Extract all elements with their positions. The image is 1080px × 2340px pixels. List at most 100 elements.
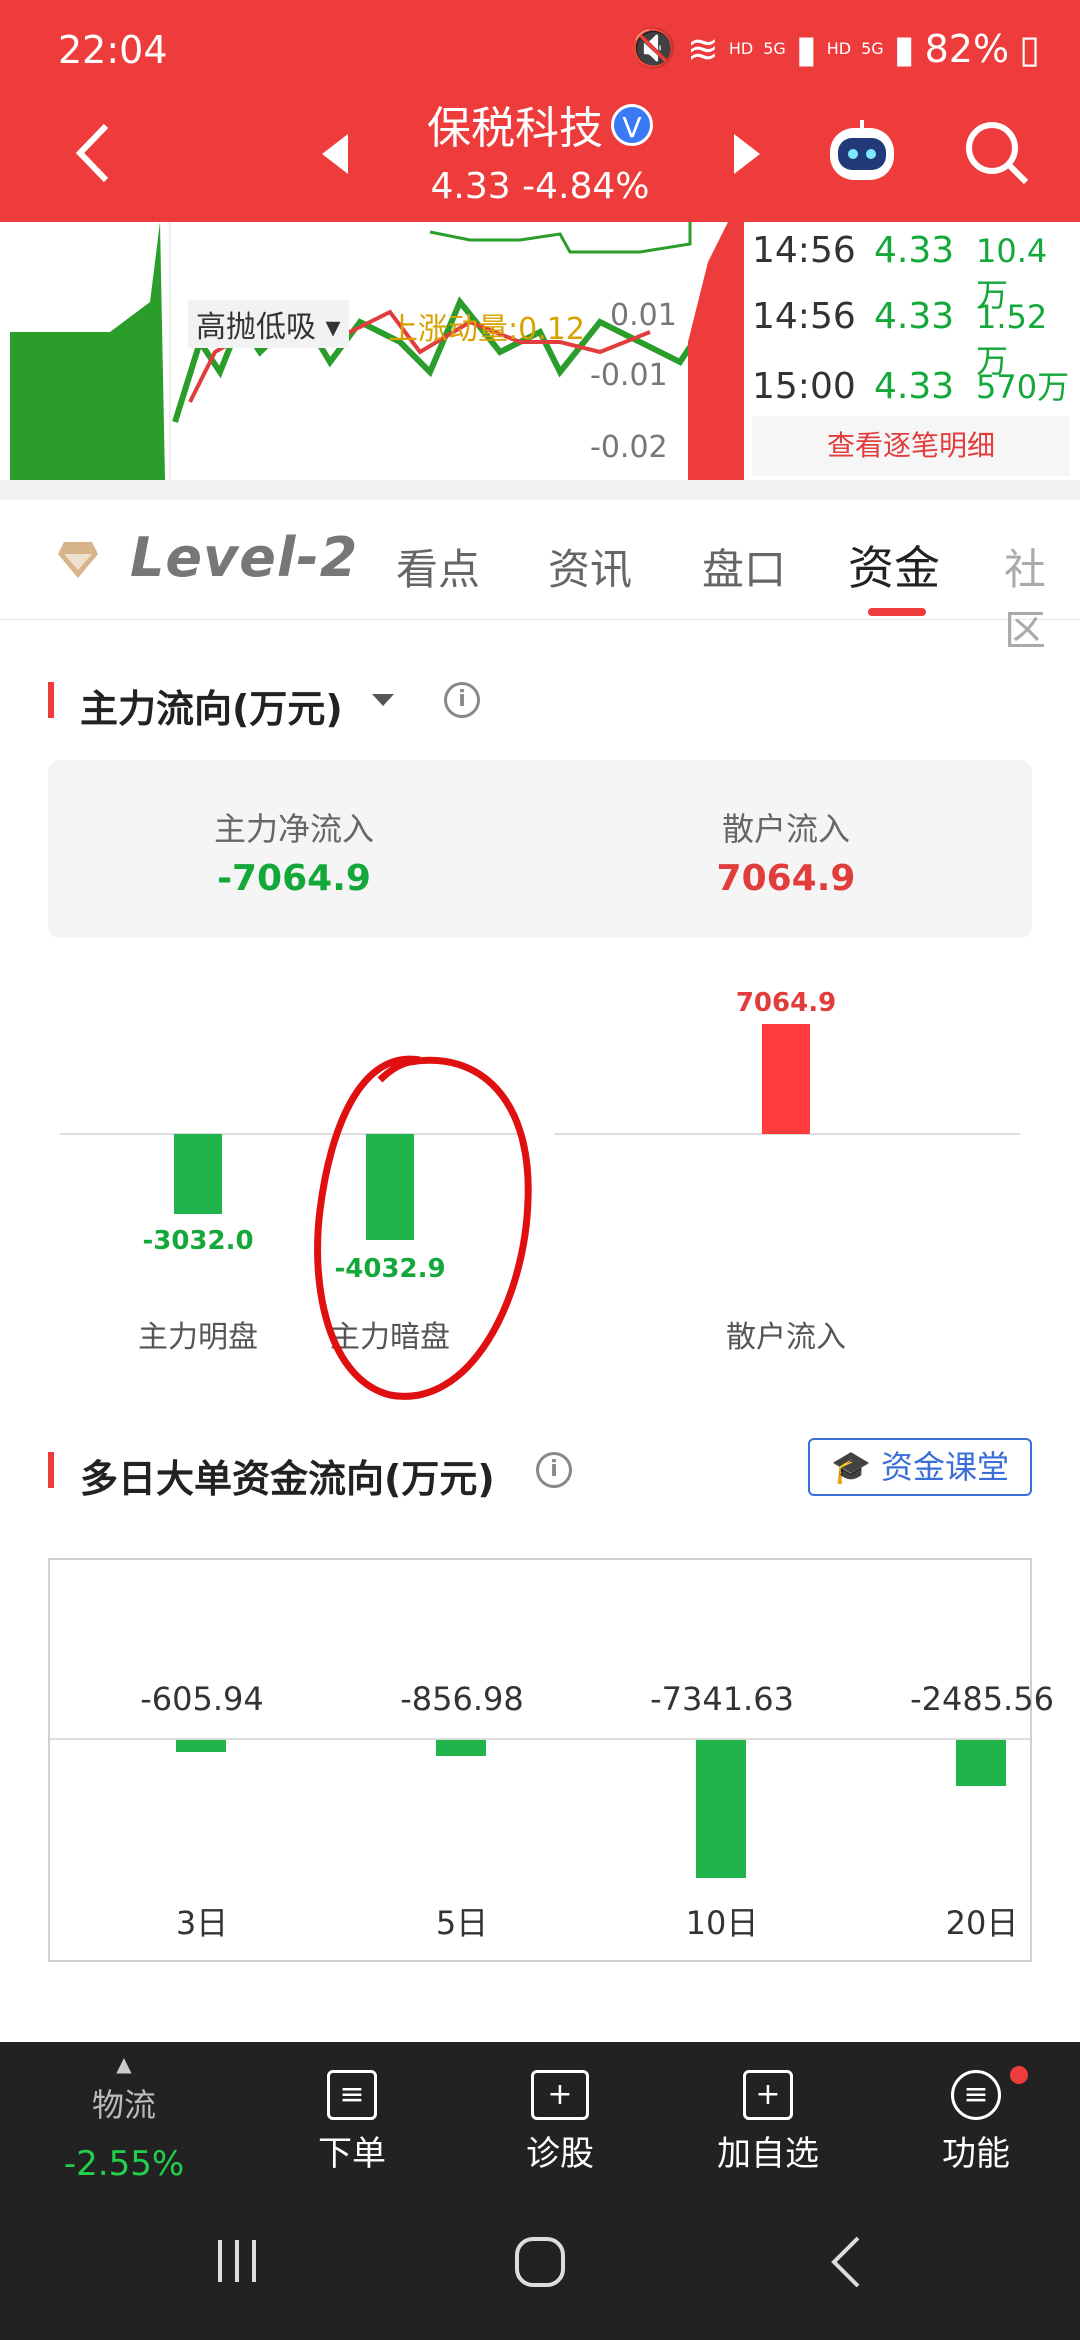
- multi-day-value: -2485.56: [910, 1680, 1054, 1718]
- functions-icon: ≡: [951, 2070, 1001, 2120]
- tab-news[interactable]: 资讯: [548, 536, 632, 597]
- net-inflow-label: 主力净流入: [213, 810, 374, 848]
- order-label: 下单: [318, 2134, 386, 2174]
- battery-icon: ▯: [1019, 26, 1040, 71]
- add-watchlist-label: 加自选: [717, 2134, 819, 2174]
- trade-volume: 570万: [976, 368, 1070, 406]
- funds-course-button[interactable]: 🎓 资金课堂: [808, 1438, 1032, 1496]
- status-time: 22:04: [58, 28, 168, 72]
- axis-label-2: -0.01: [590, 358, 668, 393]
- multi-day-bar: [436, 1740, 486, 1756]
- functions-label: 功能: [942, 2134, 1010, 2174]
- section-accent: [48, 682, 54, 718]
- robot-assistant-icon[interactable]: [826, 118, 898, 188]
- tab-highlights[interactable]: 看点: [396, 536, 480, 597]
- multi-day-value: -605.94: [140, 1680, 264, 1718]
- tab-bar: Level-2 看点 资讯 盘口 资金 社区: [0, 500, 1080, 655]
- tab-level2[interactable]: Level-2: [130, 526, 358, 589]
- multi-day-bar: [956, 1740, 1006, 1786]
- tab-orderbook[interactable]: 盘口: [702, 536, 786, 597]
- diamond-icon: [56, 540, 100, 584]
- sector-widget[interactable]: ▲ 物流 -2.55%: [44, 2052, 204, 2184]
- multi-day-value: -856.98: [400, 1680, 524, 1718]
- sector-name: 物流: [91, 2086, 156, 2124]
- volume-bars-right: [688, 222, 744, 480]
- info-icon[interactable]: i: [536, 1452, 572, 1488]
- trade-price: 4.33: [874, 366, 955, 407]
- diagnose-icon: +: [531, 2070, 589, 2120]
- stock-title: 保税科技 V: [0, 92, 1080, 156]
- signal-icon: ▮: [795, 26, 817, 71]
- trade-price: 4.33: [874, 296, 955, 337]
- hd-label-1: HD: [728, 39, 754, 58]
- graduation-cap-icon: 🎓: [830, 1448, 871, 1486]
- momentum-label: 上涨动量:0.12: [388, 312, 585, 347]
- bottom-toolbar: ▲ 物流 -2.55% ≡ 下单 + 诊股 + 加自选 ≡ 功能: [0, 2042, 1080, 2340]
- multi-day-label: 5日: [435, 1904, 489, 1942]
- bar-main-visible: [174, 1134, 222, 1214]
- bar-retail-label: 散户流入: [726, 1320, 846, 1355]
- system-nav-bar: [0, 2230, 1080, 2310]
- axis-label-1: 0.01: [610, 298, 677, 333]
- multi-day-chart: -605.94 3日 -856.98 5日 -7341.63 10日 -2485…: [48, 1558, 1054, 1962]
- sector-change: -2.55%: [63, 2144, 185, 2184]
- multi-day-label: 20日: [945, 1904, 1019, 1942]
- multi-day-title: 多日大单资金流向(万元): [80, 1457, 495, 1501]
- add-watchlist-button[interactable]: + 加自选: [688, 2060, 848, 2175]
- funds-course-label: 资金课堂: [881, 1448, 1010, 1486]
- bar-retail: [762, 1024, 810, 1134]
- tab-community[interactable]: 社区: [1004, 536, 1080, 658]
- section-separator: [0, 480, 1080, 500]
- diagnose-label: 诊股: [526, 2134, 594, 2174]
- 5g-label-2: 5G: [861, 39, 884, 58]
- back-nav-icon[interactable]: [826, 2234, 866, 2294]
- wifi-icon: ≋: [687, 26, 719, 71]
- retail-inflow-label: 散户流入: [721, 810, 850, 848]
- notification-dot: [1010, 2066, 1028, 2084]
- tab-funds[interactable]: 资金: [848, 532, 940, 598]
- stock-price-change: 4.33 -4.84%: [430, 166, 650, 207]
- recent-apps-icon[interactable]: [212, 2236, 262, 2290]
- stock-name: 保税科技: [427, 103, 603, 154]
- multi-day-bar: [696, 1740, 746, 1878]
- section-accent: [48, 1452, 54, 1488]
- intraday-chart[interactable]: 高抛低吸 ▾ 上涨动量:0.12 0.01 -0.01 -0.02 14:56 …: [0, 222, 1080, 480]
- annotation-circle: [314, 1055, 532, 1400]
- add-watchlist-icon: +: [743, 2070, 793, 2120]
- dropdown-caret-icon[interactable]: [370, 692, 396, 712]
- signal-icon: ▮: [893, 26, 915, 71]
- 5g-label-1: 5G: [763, 39, 786, 58]
- flow-summary-card: 主力净流入 -7064.9 散户流入 7064.9: [48, 760, 1032, 938]
- view-detail-link[interactable]: 查看逐笔明细: [752, 416, 1070, 476]
- order-icon: ≡: [327, 2070, 377, 2120]
- search-icon[interactable]: [962, 118, 1032, 192]
- trade-time: 14:56: [752, 230, 856, 271]
- functions-button[interactable]: ≡ 功能: [896, 2060, 1056, 2175]
- bar-main-visible-value: -3032.0: [142, 1226, 254, 1256]
- overlay-tag-dropdown[interactable]: 高抛低吸 ▾: [188, 300, 349, 348]
- hd-label-2: HD: [826, 39, 852, 58]
- next-stock-icon[interactable]: [730, 132, 764, 180]
- overlay-tag-label: 高抛低吸: [196, 310, 316, 345]
- order-button[interactable]: ≡ 下单: [272, 2060, 432, 2175]
- bar-retail-value: 7064.9: [735, 988, 837, 1018]
- bar-main-visible-label: 主力明盘: [138, 1320, 258, 1355]
- axis-label-3: -0.02: [590, 430, 668, 465]
- trade-time: 15:00: [752, 366, 856, 407]
- multi-day-value: -7341.63: [650, 1680, 794, 1718]
- expand-up-icon: ▲: [116, 2052, 132, 2076]
- verified-icon: V: [611, 104, 653, 146]
- status-icons: 🔇 ≋ HD 5G ▮ HD 5G ▮ 82% ▯: [630, 26, 1040, 71]
- app-header: 22:04 🔇 ≋ HD 5G ▮ HD 5G ▮ 82% ▯ 保税科技 V 4.…: [0, 0, 1080, 222]
- multi-day-bar: [176, 1740, 226, 1752]
- multi-day-label: 3日: [175, 1904, 229, 1942]
- battery-percent: 82%: [924, 26, 1010, 71]
- retail-inflow-value: 7064.9: [716, 858, 856, 899]
- main-flow-title: 主力流向(万元): [80, 687, 343, 731]
- home-icon[interactable]: [512, 2234, 568, 2294]
- trade-price: 4.33: [874, 230, 955, 271]
- diagnose-button[interactable]: + 诊股: [480, 2060, 640, 2175]
- info-icon[interactable]: i: [444, 682, 480, 718]
- active-tab-indicator: [868, 608, 926, 616]
- multi-day-label: 10日: [685, 1904, 759, 1942]
